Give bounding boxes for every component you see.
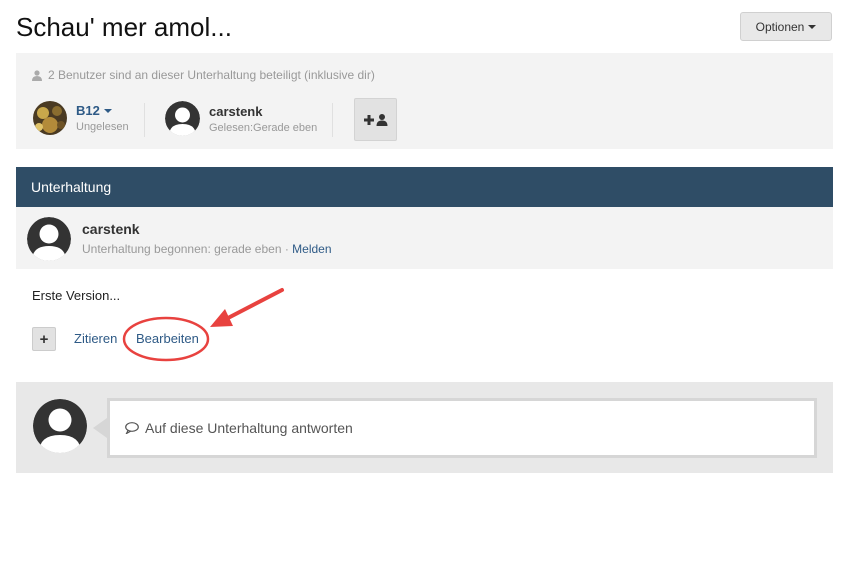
chevron-down-icon: [808, 24, 817, 29]
participant-carstenk-name[interactable]: carstenk: [209, 104, 317, 119]
participant-carstenk-status: Gelesen:Gerade eben: [209, 121, 318, 134]
reply-placeholder: Auf diese Unterhaltung antworten: [145, 420, 353, 436]
annotation-arrow-head: [210, 309, 233, 327]
participant-b12[interactable]: B12 Ungelesen: [33, 101, 129, 135]
conversation-header: Unterhaltung: [16, 167, 833, 207]
participant-carstenk[interactable]: carstenk Gelesen:Gerade eben: [165, 101, 317, 136]
reply-area: Auf diese Unterhaltung antworten: [16, 382, 833, 473]
chevron-down-icon[interactable]: [103, 108, 112, 113]
user-icon: [32, 69, 42, 81]
message-header: carstenk Unterhaltung begonnen: gerade e…: [16, 207, 833, 269]
edit-link[interactable]: Bearbeiten: [136, 331, 199, 346]
participants-note: 2 Benutzer sind an dieser Unterhaltung b…: [32, 68, 375, 82]
message-author[interactable]: carstenk: [82, 221, 140, 237]
add-participant-button[interactable]: [354, 98, 397, 141]
page-title: Schau' mer amol...: [16, 12, 232, 42]
annotation-arrow-line: [226, 288, 284, 320]
message-meta-text: Unterhaltung begonnen: gerade eben ·: [82, 242, 293, 256]
report-link[interactable]: Melden: [292, 242, 331, 256]
avatar-carstenk: [165, 101, 200, 136]
message-meta: Unterhaltung begonnen: gerade eben · Mel…: [82, 242, 332, 256]
divider: [144, 103, 145, 137]
avatar-b12: [33, 101, 67, 135]
multiquote-button[interactable]: +: [32, 327, 56, 351]
options-button[interactable]: Optionen: [740, 12, 832, 41]
reply-input[interactable]: Auf diese Unterhaltung antworten: [107, 398, 817, 458]
participants-panel: 2 Benutzer sind an dieser Unterhaltung b…: [16, 53, 833, 149]
reply-box-pointer: [93, 418, 107, 438]
options-button-label: Optionen: [755, 19, 805, 34]
avatar-message-author[interactable]: [27, 217, 71, 261]
avatar-reply-user: [33, 399, 87, 453]
message-body: Erste Version...: [32, 288, 121, 303]
participant-b12-name[interactable]: B12: [76, 103, 100, 118]
participants-note-text: 2 Benutzer sind an dieser Unterhaltung b…: [48, 68, 375, 82]
speech-bubble-icon: [125, 422, 139, 434]
divider: [332, 103, 333, 137]
add-user-icon: [363, 113, 387, 126]
quote-link[interactable]: Zitieren: [74, 331, 117, 346]
participant-b12-status: Ungelesen: [76, 121, 129, 133]
participant-b12-name-row[interactable]: B12: [76, 103, 129, 118]
